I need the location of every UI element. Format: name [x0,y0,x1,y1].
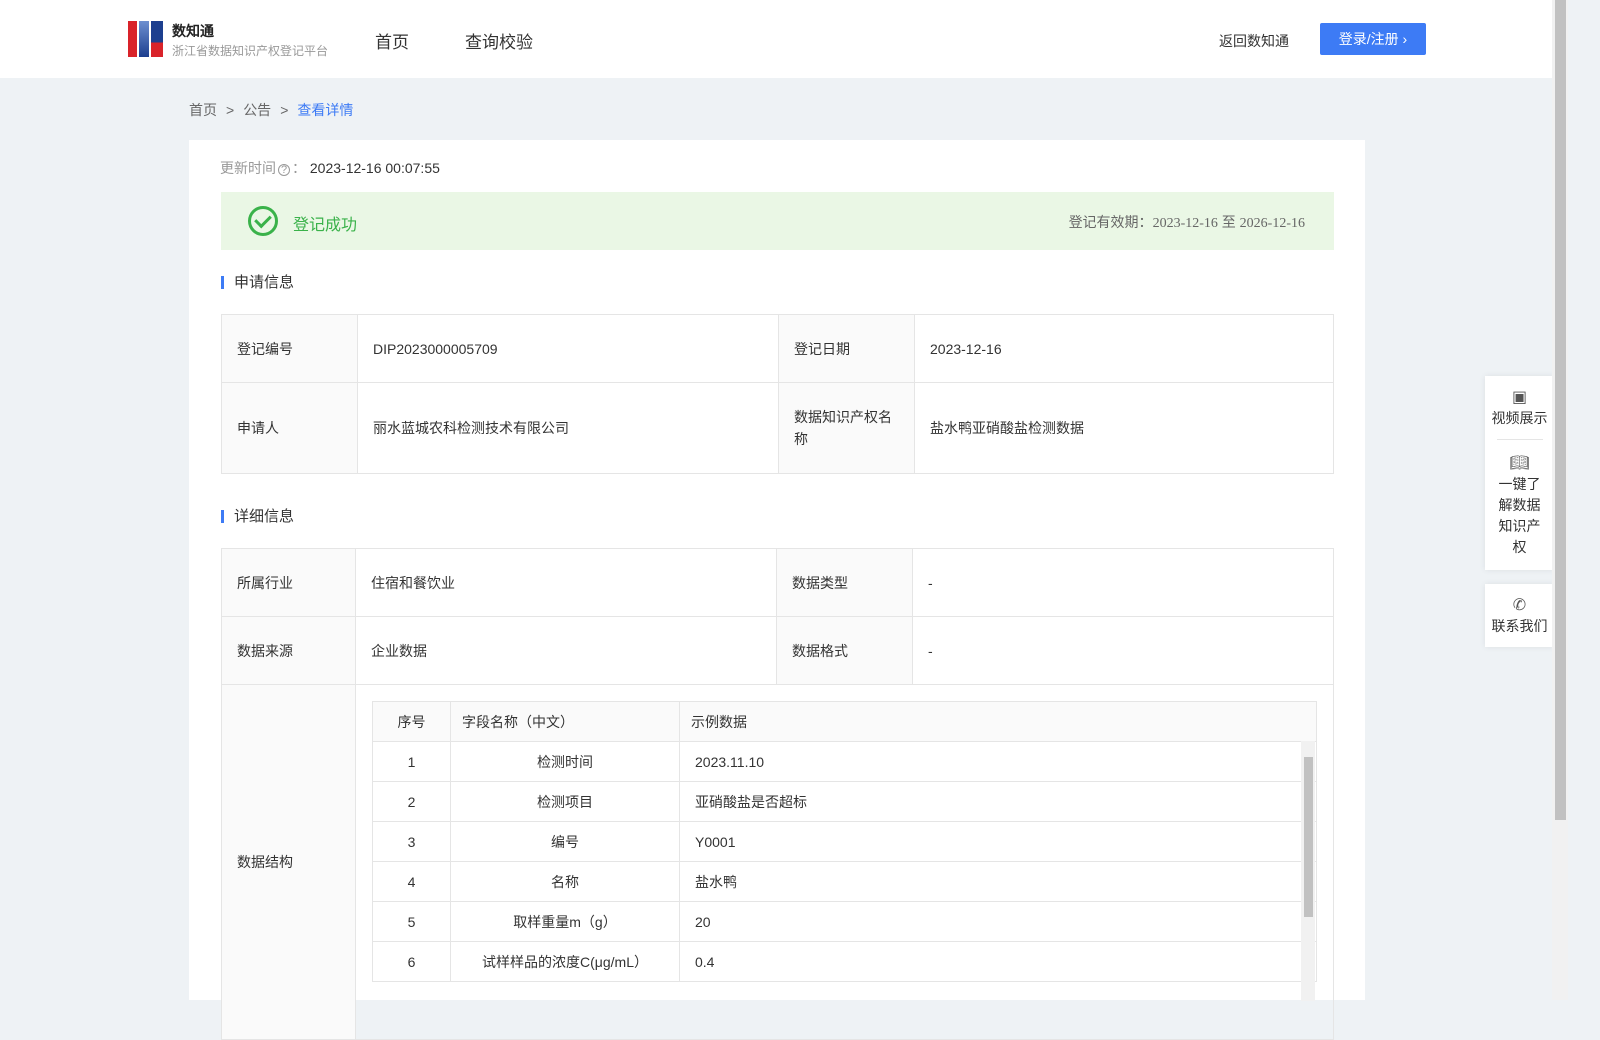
update-time: 更新时间?： 2023-12-16 00:07:55 [220,160,440,176]
structure-cell: 名称 [450,861,680,902]
cell-label: 所属行业 [221,548,356,617]
structure-cell: Y0001 [679,821,1317,862]
status-banner: 登记成功 登记有效期：2023-12-16 至 2026-12-16 [221,192,1334,250]
structure-cell: 2023.11.10 [679,741,1317,782]
structure-row: 3 编号 Y0001 [372,821,1317,862]
brand-subtitle: 浙江省数据知识产权登记平台 [172,44,329,58]
structure-row: 6 试样样品的浓度C(μg/mL） 0.4 [372,941,1317,982]
structure-cell: 盐水鸭 [679,861,1317,902]
table-row: 登记编号 DIP2023000005709 登记日期 2023-12-16 [221,314,1334,383]
login-button[interactable]: 登录/注册 › [1320,23,1426,55]
structure-cell: 6 [372,941,451,982]
validity-from: 2023-12-16 [1152,216,1218,231]
structure-cell: 序号 字段名称（中文） 示例数据 1 检测时间 2023.11.10 2 检测项目 亚硝酸盐是… [355,684,1334,1040]
cell-label: 登记编号 [221,314,358,383]
breadcrumb-notice[interactable]: 公告 [243,102,271,118]
book-icon: 📖︎ [1509,455,1530,472]
contact-button[interactable]: ✆ 联系我们 [1485,584,1554,647]
structure-cell: 20 [679,901,1317,942]
structure-cell: 4 [372,861,451,902]
cell-value: DIP2023000005709 [357,314,779,383]
section-title-detail: 详细信息 [221,509,294,524]
update-value: 2023-12-16 00:07:55 [309,160,440,176]
logo[interactable] [128,21,163,57]
page-scrollbar[interactable] [1552,0,1568,1000]
structure-table-wrap: 序号 字段名称（中文） 示例数据 1 检测时间 2023.11.10 2 检测项目 亚硝酸盐是… [372,701,1317,1001]
structure-cell: 亚硝酸盐是否超标 [679,781,1317,822]
structure-cell: 编号 [450,821,680,862]
help-icon[interactable]: ? [278,164,290,176]
cell-value: - [912,548,1334,617]
cell-value: - [912,616,1334,685]
nav-query[interactable]: 查询校验 [465,28,533,53]
check-circle-icon [248,206,278,236]
structure-cell: 检测时间 [450,741,680,782]
structure-cell: 1 [372,741,451,782]
cell-value: 2023-12-16 [914,314,1334,383]
col-header: 字段名称（中文） [450,701,680,742]
contact-panel: ✆ 联系我们 [1485,584,1554,647]
learn-button[interactable]: 📖︎ 一键了解数据知识产权 [1485,440,1554,570]
structure-cell: 2 [372,781,451,822]
cell-label: 登记日期 [778,314,915,383]
cell-label: 数据格式 [776,616,913,685]
cell-label: 数据知识产权名称 [778,382,915,474]
structure-cell: 检测项目 [450,781,680,822]
contact-label: 联系我们 [1491,618,1548,634]
section-title-apply: 申请信息 [221,275,294,290]
table-row: 数据结构 序号 字段名称（中文） 示例数据 1 检测时间 2023.11.10 2 检测项目… [221,684,1334,1040]
brand-name: 数知通 [172,23,214,39]
breadcrumb-current: 查看详情 [297,102,354,118]
structure-cell: 0.4 [679,941,1317,982]
breadcrumb-home[interactable]: 首页 [189,102,217,118]
phone-icon: ✆ [1512,597,1527,614]
structure-scrollbar[interactable] [1301,741,1315,1001]
apply-table: 登记编号 DIP2023000005709 登记日期 2023-12-16 申请人 丽水… [221,314,1334,474]
float-panel: ▣ 视频展示 📖︎ 一键了解数据知识产权 [1485,376,1554,570]
detail-card: 更新时间?： 2023-12-16 00:07:55 登记成功 登记有效期：20… [189,140,1365,1040]
structure-cell: 3 [372,821,451,862]
table-row: 申请人 丽水蓝城农科检测技术有限公司 数据知识产权名称 盐水鸭亚硝酸盐检测数据 [221,382,1334,474]
col-header: 序号 [372,701,451,742]
structure-table: 序号 字段名称（中文） 示例数据 1 检测时间 2023.11.10 2 检测项目 亚硝酸盐是… [372,701,1317,982]
structure-row: 5 取样重量m（g） 20 [372,901,1317,942]
film-icon: ▣ [1511,389,1528,406]
nav-home[interactable]: 首页 [375,28,409,53]
back-link[interactable]: 返回数知通 [1219,31,1289,51]
video-button[interactable]: ▣ 视频展示 [1485,376,1554,439]
status-text: 登记成功 [293,217,358,234]
cell-label: 数据来源 [221,616,356,685]
validity-label: 登记有效期： [1068,214,1153,230]
structure-row: 1 检测时间 2023.11.10 [372,741,1317,782]
col-header: 示例数据 [679,701,1317,742]
video-label: 视频展示 [1491,410,1548,426]
structure-row: 4 名称 盐水鸭 [372,861,1317,902]
cell-label: 数据结构 [221,684,356,1040]
table-row: 所属行业 住宿和餐饮业 数据类型 - [221,548,1334,617]
validity-to-word: 至 [1221,214,1236,230]
structure-row: 2 检测项目 亚硝酸盐是否超标 [372,781,1317,822]
detail-table: 所属行业 住宿和餐饮业 数据类型 - 数据来源 企业数据 数据格式 - 数据结构 序号 字段名… [221,548,1334,1040]
structure-cell: 取样重量m（g） [450,901,680,942]
validity-to: 2026-12-16 [1239,216,1305,231]
structure-cell: 试样样品的浓度C(μg/mL） [450,941,680,982]
cell-value: 丽水蓝城农科检测技术有限公司 [357,382,779,474]
cell-label: 数据类型 [776,548,913,617]
learn-label: 一键了解数据知识产权 [1498,476,1541,555]
structure-cell: 5 [372,901,451,942]
cell-value: 盐水鸭亚硝酸盐检测数据 [914,382,1334,474]
table-row: 数据来源 企业数据 数据格式 - [221,616,1334,685]
update-label: 更新时间 [220,160,276,176]
top-header: 数知通 浙江省数据知识产权登记平台 首页 查询校验 返回数知通 登录/注册 › [0,0,1552,78]
structure-header: 序号 字段名称（中文） 示例数据 [372,701,1317,742]
cell-value: 住宿和餐饮业 [355,548,777,617]
cell-value: 企业数据 [355,616,777,685]
breadcrumb: 首页 > 公告 > 查看详情 [189,102,354,118]
validity: 登记有效期：2023-12-16 至 2026-12-16 [1069,212,1305,232]
cell-label: 申请人 [221,382,358,474]
